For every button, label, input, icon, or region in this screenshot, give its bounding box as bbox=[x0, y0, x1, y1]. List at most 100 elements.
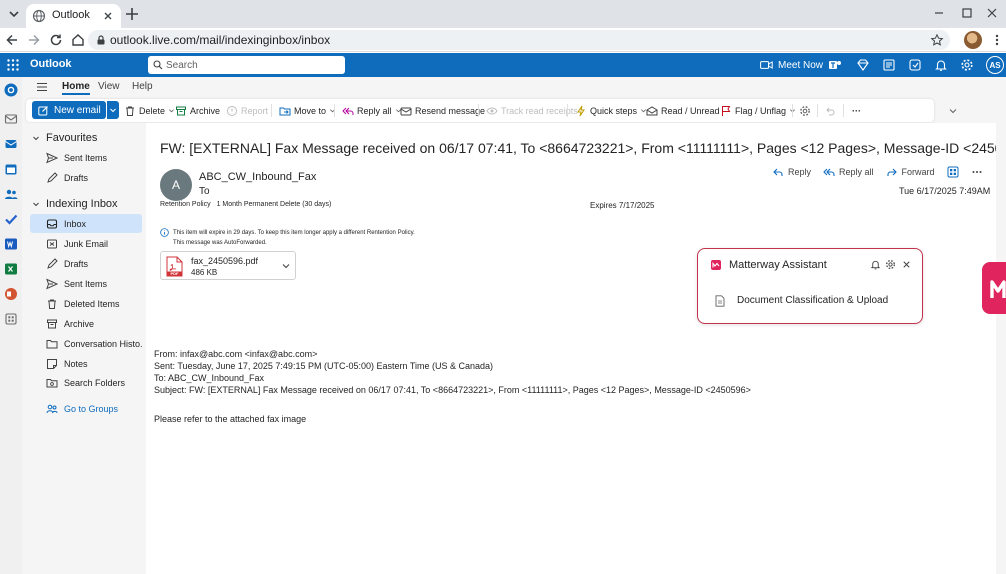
forward-arrow-icon[interactable] bbox=[26, 32, 42, 48]
calendar-icon[interactable] bbox=[4, 162, 18, 176]
close-tab-icon[interactable] bbox=[101, 9, 115, 23]
teams-icon[interactable] bbox=[828, 58, 842, 72]
tab-help[interactable]: Help bbox=[132, 81, 153, 92]
todo-check-icon[interactable] bbox=[4, 212, 18, 226]
go-to-groups-link[interactable]: Go to Groups bbox=[30, 399, 142, 418]
move-to-button[interactable]: Move to bbox=[279, 102, 336, 119]
reply-all-button[interactable]: Reply all bbox=[342, 102, 402, 119]
folder-junk-email[interactable]: Junk Email bbox=[30, 234, 142, 253]
immersive-reader-button[interactable] bbox=[947, 166, 959, 178]
folder-inbox[interactable]: Inbox bbox=[30, 214, 142, 233]
new-email-dropdown[interactable] bbox=[107, 101, 119, 119]
address-field[interactable]: outlook.live.com/mail/indexinginbox/inbo… bbox=[88, 30, 950, 50]
track-read-receipts-button[interactable]: Track read receipts bbox=[486, 102, 578, 119]
bell-icon[interactable] bbox=[870, 259, 881, 270]
delete-button[interactable]: Delete bbox=[124, 102, 175, 119]
reply-button[interactable]: Reply bbox=[772, 166, 811, 178]
folder-label: Drafts bbox=[64, 258, 89, 269]
reply-all-message-button[interactable]: Reply all bbox=[823, 166, 874, 178]
more-actions-button[interactable] bbox=[971, 166, 983, 178]
reply-all-icon bbox=[823, 168, 835, 176]
send-icon bbox=[46, 278, 58, 290]
attachment-card[interactable]: PDF fax_2450596.pdf 486 KB bbox=[160, 251, 296, 280]
powerpoint-app-icon[interactable] bbox=[4, 287, 18, 301]
mail-selected-icon[interactable] bbox=[4, 137, 18, 151]
matterway-ribbon-button[interactable] bbox=[799, 102, 811, 119]
back-arrow-icon[interactable] bbox=[4, 32, 20, 48]
outlook-brand[interactable]: Outlook bbox=[30, 58, 72, 70]
favourite-sent-items[interactable]: Sent Items bbox=[30, 148, 142, 167]
sender-avatar[interactable]: A bbox=[160, 169, 192, 201]
premium-diamond-icon[interactable] bbox=[856, 58, 870, 72]
indexing-inbox-group-header[interactable]: Indexing Inbox bbox=[32, 198, 118, 210]
folder-sent-items[interactable]: Sent Items bbox=[30, 274, 142, 293]
word-app-icon[interactable] bbox=[4, 237, 18, 251]
bell-icon[interactable] bbox=[934, 58, 948, 72]
resend-message-button[interactable]: Resend message bbox=[400, 102, 485, 119]
meet-now-button[interactable]: Meet Now bbox=[760, 58, 823, 72]
app-rail bbox=[0, 77, 22, 574]
people-icon[interactable] bbox=[4, 187, 18, 201]
browser-profile-avatar[interactable] bbox=[964, 31, 982, 49]
tasks-icon[interactable] bbox=[908, 58, 922, 72]
reload-icon[interactable] bbox=[48, 32, 64, 48]
matterway-side-launcher[interactable] bbox=[982, 262, 1006, 314]
gear-icon[interactable] bbox=[885, 259, 896, 270]
tab-search-chevron-icon[interactable] bbox=[6, 6, 22, 22]
user-avatar[interactable]: AS bbox=[986, 56, 1004, 74]
mail-icon[interactable] bbox=[4, 112, 18, 126]
favourite-drafts[interactable]: Drafts bbox=[30, 168, 142, 187]
tab-view[interactable]: View bbox=[98, 81, 120, 92]
chevron-down-icon[interactable] bbox=[948, 106, 958, 116]
reply-icon bbox=[773, 168, 783, 176]
folder-search-folders[interactable]: Search Folders bbox=[30, 373, 142, 392]
folder-archive[interactable]: Archive bbox=[30, 314, 142, 333]
favourites-group-header[interactable]: Favourites bbox=[32, 132, 97, 144]
scrollbar[interactable] bbox=[996, 123, 1006, 574]
undo-button[interactable] bbox=[824, 102, 836, 119]
window-maximize-icon[interactable] bbox=[960, 6, 974, 20]
window-minimize-icon[interactable] bbox=[932, 6, 946, 20]
recipients-to[interactable]: To bbox=[199, 186, 210, 197]
document-classification-upload-action[interactable]: Document Classification & Upload bbox=[737, 295, 888, 306]
tab-home[interactable]: Home bbox=[62, 81, 90, 95]
folder-drafts[interactable]: Drafts bbox=[30, 254, 142, 273]
quick-steps-button[interactable]: Quick steps bbox=[575, 102, 647, 119]
forward-button[interactable]: Forward bbox=[886, 166, 935, 178]
ribbon-divider bbox=[843, 104, 844, 117]
reply-label: Reply bbox=[788, 167, 812, 177]
folder-deleted-items[interactable]: Deleted Items bbox=[30, 294, 142, 313]
folder-label: Inbox bbox=[64, 218, 87, 229]
app-launcher-waffle-icon[interactable] bbox=[6, 58, 20, 72]
browser-tab-outlook[interactable]: Outlook bbox=[26, 4, 121, 28]
folder-move-icon bbox=[279, 105, 291, 117]
gear-icon[interactable] bbox=[960, 58, 974, 72]
word-doc-icon[interactable] bbox=[882, 58, 896, 72]
search-box[interactable] bbox=[148, 56, 345, 74]
window-close-icon[interactable] bbox=[985, 6, 999, 20]
more-apps-icon[interactable] bbox=[4, 312, 18, 326]
bookmark-star-icon[interactable] bbox=[930, 33, 944, 47]
go-to-groups-label: Go to Groups bbox=[64, 403, 119, 414]
search-input[interactable] bbox=[166, 58, 336, 72]
folder-conversation-history[interactable]: Conversation Histo... bbox=[30, 334, 142, 353]
outlook-app-icon[interactable] bbox=[4, 83, 18, 97]
folder-label: Conversation Histo... bbox=[64, 338, 142, 349]
new-email-button[interactable]: New email bbox=[32, 101, 106, 119]
archive-button[interactable]: Archive bbox=[175, 102, 220, 119]
read-unread-button[interactable]: Read / Unread bbox=[646, 102, 720, 119]
more-commands-button[interactable]: ··· bbox=[852, 102, 861, 119]
new-tab-plus-icon[interactable] bbox=[124, 6, 140, 22]
close-icon[interactable] bbox=[901, 259, 912, 270]
kebab-menu-icon[interactable] bbox=[990, 33, 1004, 47]
report-button[interactable]: Report bbox=[226, 102, 268, 119]
lock-icon[interactable] bbox=[95, 34, 107, 46]
sender-name[interactable]: ABC_CW_Inbound_Fax bbox=[199, 171, 316, 183]
folder-notes[interactable]: Notes bbox=[30, 354, 142, 373]
flag-unflag-button[interactable]: Flag / Unflag bbox=[720, 102, 796, 119]
flag-icon bbox=[720, 105, 732, 117]
excel-app-icon[interactable] bbox=[4, 262, 18, 276]
home-icon[interactable] bbox=[70, 32, 86, 48]
chevron-down-icon[interactable] bbox=[281, 261, 291, 271]
hamburger-menu-icon[interactable] bbox=[36, 81, 48, 93]
